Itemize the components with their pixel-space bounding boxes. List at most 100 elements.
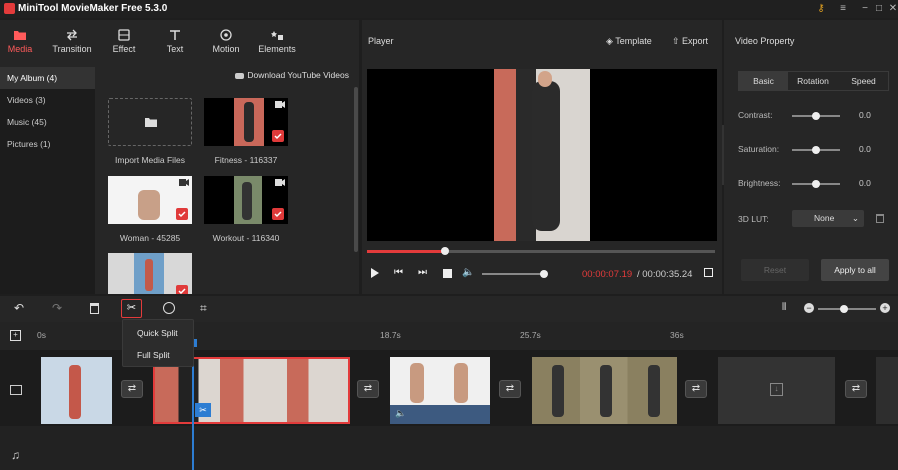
- motion-icon: [220, 29, 232, 41]
- brightness-slider[interactable]: [792, 180, 840, 188]
- library-scrollbar[interactable]: [354, 87, 358, 252]
- fullscreen-icon[interactable]: [704, 268, 713, 277]
- playback-progress[interactable]: [367, 247, 715, 255]
- check-icon: [272, 130, 284, 142]
- audio-wave-icon[interactable]: ⫴: [782, 302, 786, 313]
- media-thumb-fitness[interactable]: [204, 98, 288, 146]
- contrast-slider[interactable]: [792, 112, 840, 120]
- woman-figure: [242, 182, 252, 220]
- music-track[interactable]: ♫: [0, 426, 898, 470]
- split-marker-icon[interactable]: ✂: [195, 403, 211, 417]
- sidebar-item-pictures[interactable]: Pictures (1): [0, 133, 95, 155]
- stop-icon[interactable]: [443, 269, 452, 278]
- close-icon[interactable]: ✕: [886, 2, 898, 16]
- transition-slot[interactable]: ⇄: [499, 380, 521, 398]
- transition-slot[interactable]: ⇄: [845, 380, 867, 398]
- ruler-label: 25.7s: [520, 330, 541, 340]
- saturation-slider[interactable]: [792, 146, 840, 154]
- lut-select[interactable]: None ⌄: [792, 210, 864, 227]
- transition-slot[interactable]: ⇄: [357, 380, 379, 398]
- crop-icon[interactable]: ⌗: [200, 301, 207, 316]
- menu-icon[interactable]: ≡: [836, 2, 850, 16]
- timeline-clip-woman[interactable]: 🔈: [390, 357, 490, 424]
- full-split-item[interactable]: Full Split: [123, 344, 195, 366]
- volume-icon[interactable]: 🔈: [462, 267, 474, 278]
- media-thumb-woman[interactable]: [108, 176, 192, 224]
- saturation-knob[interactable]: [812, 146, 820, 154]
- tab-media[interactable]: Media: [0, 20, 45, 67]
- tab-motion[interactable]: Motion: [201, 20, 251, 67]
- woman-figure: [145, 259, 153, 291]
- prev-frame-icon[interactable]: ⏮: [394, 267, 403, 278]
- split-menu: Quick Split Full Split: [122, 319, 194, 367]
- minimize-icon[interactable]: −: [858, 2, 872, 16]
- quick-split-item[interactable]: Quick Split: [123, 322, 195, 344]
- undo-icon[interactable]: ↶: [14, 301, 24, 315]
- brightness-knob[interactable]: [812, 180, 820, 188]
- tab-basic[interactable]: Basic: [739, 71, 788, 91]
- zoom-knob[interactable]: [840, 305, 848, 313]
- import-media-button[interactable]: [108, 98, 192, 146]
- redo-icon[interactable]: ↷: [52, 301, 62, 315]
- add-track-icon[interactable]: +: [10, 330, 21, 341]
- volume-knob[interactable]: [540, 270, 548, 278]
- tab-effect[interactable]: Effect: [99, 20, 149, 67]
- video-preview[interactable]: [367, 69, 717, 241]
- export-button[interactable]: ⇧ Export: [672, 36, 708, 47]
- preview-frame: [494, 69, 590, 241]
- timeline-clip-workout[interactable]: [532, 357, 677, 424]
- transition-slot[interactable]: ⇄: [121, 380, 143, 398]
- tab-transition[interactable]: Transition: [47, 20, 97, 67]
- template-button[interactable]: ◈ Template: [606, 36, 652, 47]
- zoom-in-icon[interactable]: +: [880, 303, 890, 313]
- tab-elements[interactable]: Elements: [252, 20, 302, 67]
- tab-text[interactable]: Text: [150, 20, 200, 67]
- contrast-knob[interactable]: [812, 112, 820, 120]
- zoom-out-icon[interactable]: −: [804, 303, 814, 313]
- download-icon: ↓: [770, 383, 783, 396]
- media-thumb-workout[interactable]: [204, 176, 288, 224]
- woman-figure: [532, 81, 560, 231]
- swap-icon: ⇄: [363, 383, 373, 394]
- trash-icon[interactable]: [876, 214, 884, 223]
- effect-icon: [118, 29, 130, 41]
- empty-drop-slot-partial[interactable]: [876, 357, 898, 424]
- contrast-value: 0.0: [859, 110, 871, 120]
- sidebar-item-videos[interactable]: Videos (3): [0, 89, 95, 111]
- volume-slider[interactable]: [482, 270, 548, 278]
- download-youtube-link[interactable]: Download YouTube Videos: [235, 70, 349, 80]
- tab-rotation[interactable]: Rotation: [788, 71, 838, 91]
- media-label-workout: Workout - 116340: [212, 233, 280, 243]
- key-icon[interactable]: ⚷: [814, 2, 828, 16]
- player-title: Player: [368, 36, 394, 46]
- sidebar-item-my-album[interactable]: My Album (4): [0, 67, 95, 89]
- apply-to-all-button[interactable]: Apply to all: [821, 259, 889, 281]
- next-frame-icon[interactable]: ⏭: [418, 267, 427, 278]
- folder-icon: [145, 118, 157, 127]
- media-thumb-picture[interactable]: [108, 253, 192, 294]
- speaker-icon: 🔈: [395, 408, 407, 418]
- progress-knob[interactable]: [440, 247, 449, 255]
- transition-slot[interactable]: ⇄: [685, 380, 707, 398]
- empty-drop-slot[interactable]: ↓: [718, 357, 835, 424]
- tab-speed[interactable]: Speed: [838, 71, 889, 91]
- timeline-clip-fitness[interactable]: ✂: [153, 357, 350, 424]
- timeline-clip-picture[interactable]: [41, 357, 112, 424]
- sidebar-item-music[interactable]: Music (45): [0, 111, 95, 133]
- woman-figure: [138, 190, 160, 220]
- zoom-slider[interactable]: [818, 305, 876, 313]
- property-title: Video Property: [735, 36, 795, 46]
- total-time: / 00:00:35.24: [637, 269, 693, 280]
- delete-icon[interactable]: [90, 303, 99, 314]
- title-bar: MiniTool MovieMaker Free 5.3.0 ⚷ ≡ − □ ✕: [0, 0, 898, 18]
- contrast-label: Contrast:: [738, 110, 773, 120]
- swap-icon: ⇄: [691, 383, 701, 394]
- split-button[interactable]: ✂: [121, 299, 142, 318]
- lut-label: 3D LUT:: [738, 214, 769, 224]
- elements-icon: [271, 31, 283, 40]
- maximize-icon[interactable]: □: [872, 2, 886, 16]
- reset-button[interactable]: Reset: [741, 259, 809, 281]
- media-label-woman: Woman - 45285: [119, 233, 181, 243]
- speed-icon[interactable]: [163, 302, 175, 314]
- play-icon[interactable]: [371, 268, 379, 278]
